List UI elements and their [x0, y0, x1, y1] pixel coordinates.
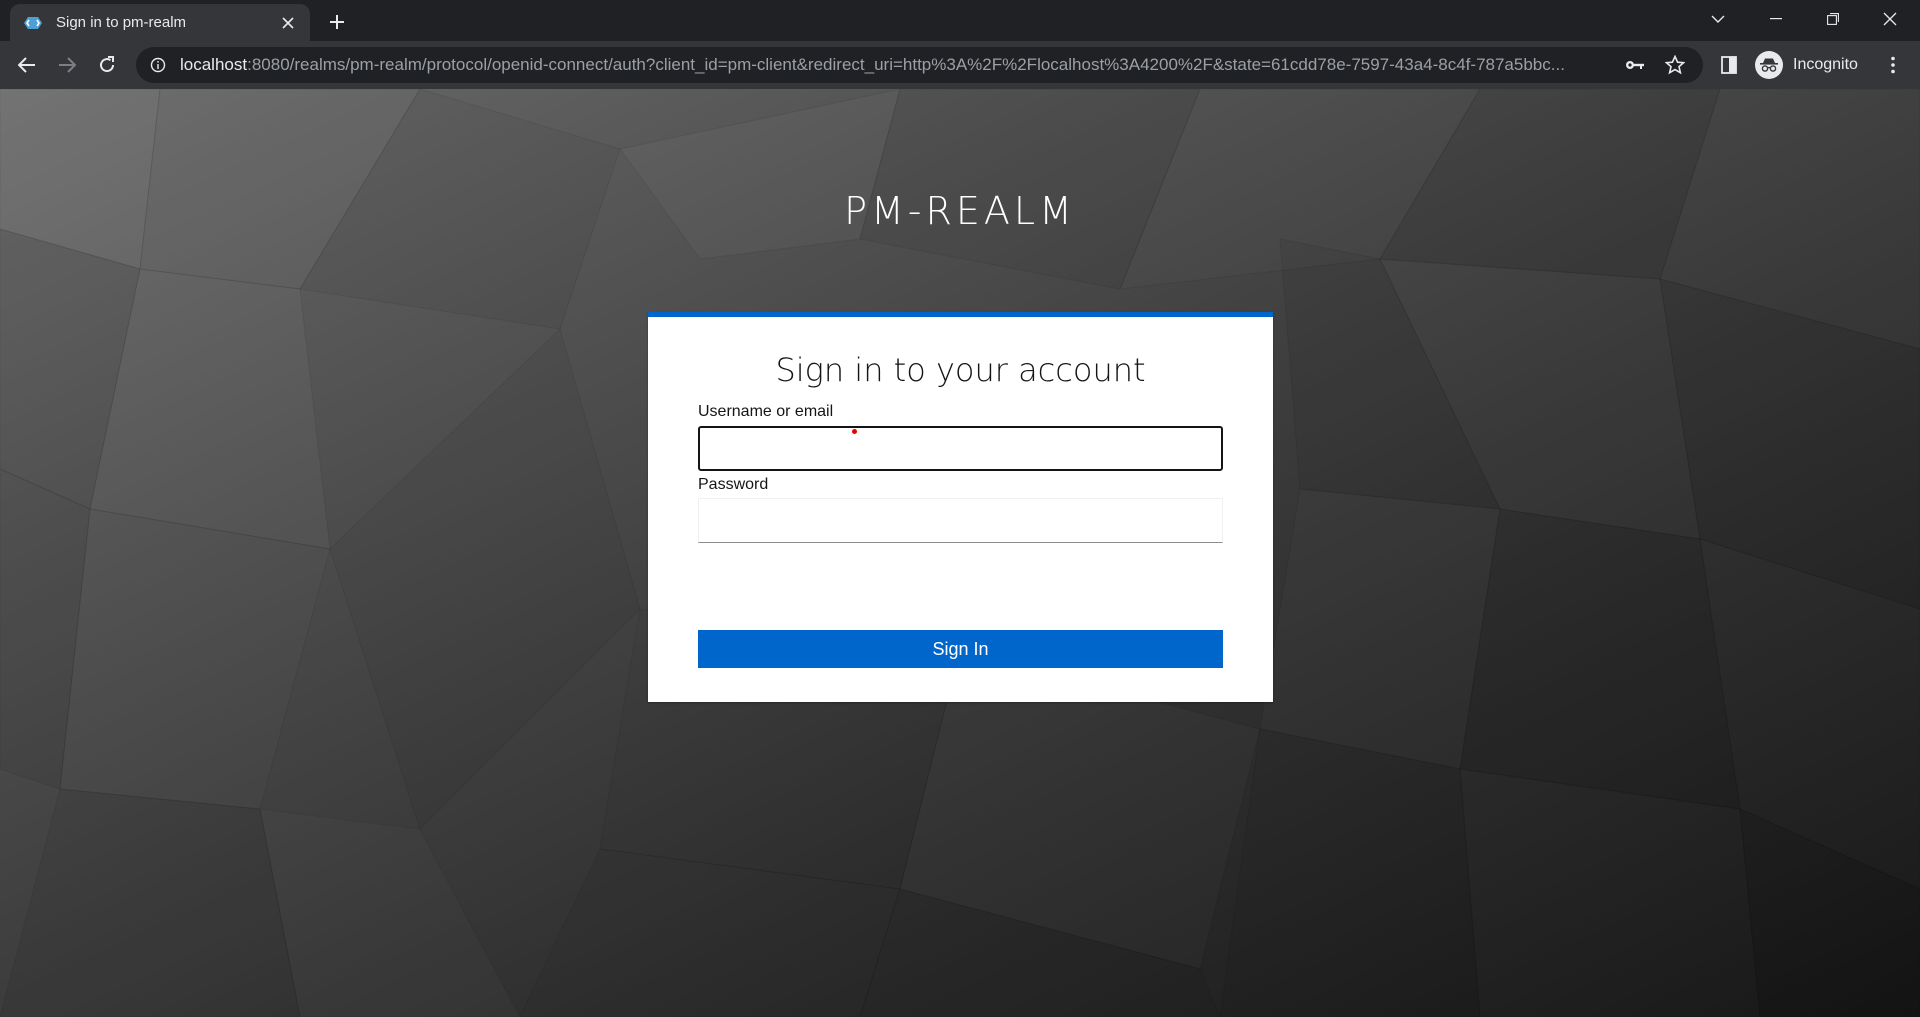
minimize-icon[interactable]: [1748, 0, 1804, 38]
realm-title: PM-REALM: [844, 189, 1076, 233]
browser-tab[interactable]: Sign in to pm-realm: [10, 4, 310, 41]
tab-search-icon[interactable]: [1690, 0, 1746, 38]
keycloak-favicon-icon: [22, 16, 44, 30]
login-page: PM-REALM Sign in to your account Usernam…: [0, 89, 1920, 1017]
url-path: :8080/realms/pm-realm/protocol/openid-co…: [247, 55, 1565, 74]
tab-strip: Sign in to pm-realm: [0, 0, 1920, 41]
browser-toolbar: localhost:8080/realms/pm-realm/protocol/…: [0, 41, 1920, 89]
login-card: Sign in to your account Username or emai…: [648, 312, 1273, 702]
reload-icon[interactable]: [93, 51, 121, 79]
tab-title: Sign in to pm-realm: [56, 14, 187, 31]
red-cursor-dot: [852, 429, 857, 434]
incognito-profile-button[interactable]: Incognito: [1755, 49, 1858, 81]
sign-in-button[interactable]: Sign In: [698, 630, 1223, 668]
url-host: localhost: [180, 55, 248, 74]
incognito-icon: [1755, 51, 1783, 79]
login-heading: Sign in to your account: [775, 351, 1146, 389]
url-text[interactable]: localhost:8080/realms/pm-realm/protocol/…: [180, 55, 1609, 75]
profile-label: Incognito: [1793, 56, 1858, 73]
password-input[interactable]: [698, 498, 1223, 543]
restore-icon[interactable]: [1805, 0, 1861, 38]
side-panel-icon[interactable]: [1715, 51, 1743, 79]
star-icon[interactable]: [1661, 51, 1689, 79]
key-icon[interactable]: [1621, 51, 1649, 79]
back-icon[interactable]: [13, 51, 41, 79]
forward-icon[interactable]: [53, 51, 81, 79]
menu-icon[interactable]: [1879, 51, 1907, 79]
close-window-icon[interactable]: [1862, 0, 1918, 38]
site-info-icon[interactable]: [150, 57, 166, 73]
password-label: Password: [698, 476, 769, 493]
username-label: Username or email: [698, 403, 834, 420]
address-bar[interactable]: localhost:8080/realms/pm-realm/protocol/…: [136, 47, 1703, 83]
new-tab-icon[interactable]: [325, 10, 349, 34]
username-input[interactable]: [698, 426, 1223, 471]
close-tab-icon[interactable]: [278, 13, 298, 33]
